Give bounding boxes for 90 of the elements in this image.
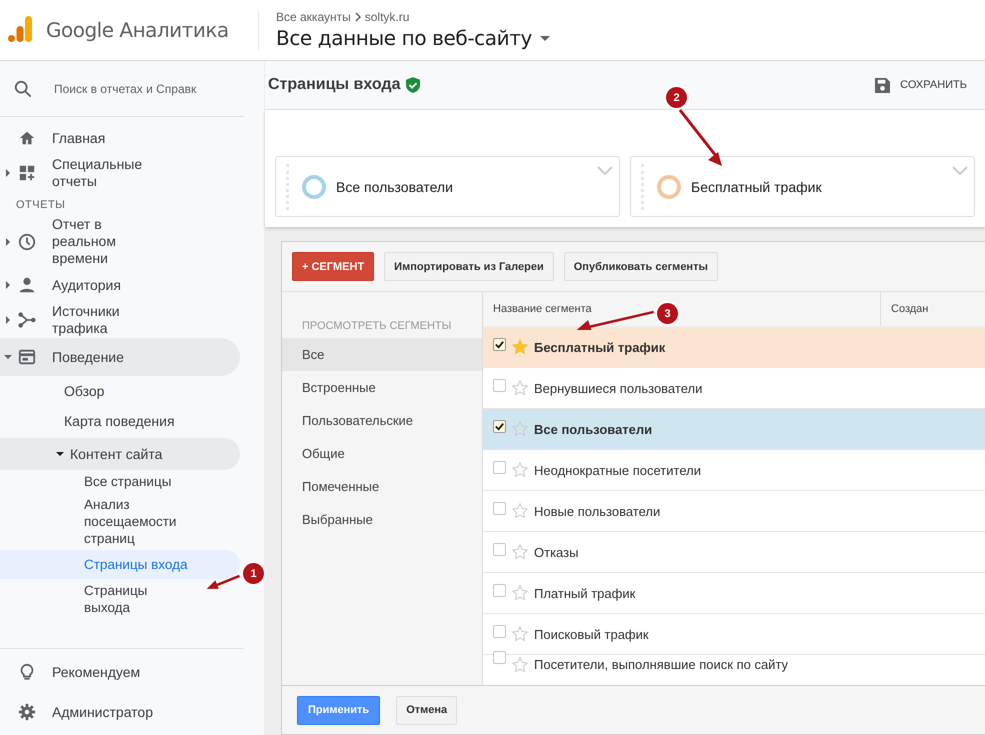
breadcrumb-link[interactable]: Все аккаунты xyxy=(276,10,351,24)
checkbox[interactable] xyxy=(493,584,506,596)
segment-card[interactable]: Все пользователи xyxy=(275,156,620,217)
toolbar-button[interactable]: Опубликовать сегменты xyxy=(564,252,718,281)
nav-item[interactable]: Источники трафика xyxy=(0,302,240,338)
filter-heading: ПРОСМОТРЕТЬ СЕГМЕНТЫ xyxy=(301,320,452,334)
expand-arrow-icon xyxy=(6,281,10,289)
checkbox[interactable] xyxy=(493,542,506,556)
nav-item[interactable]: Поведение xyxy=(0,338,240,376)
segment-name: Отказы xyxy=(534,544,578,560)
star-icon[interactable] xyxy=(512,657,528,673)
nav-subitem[interactable]: Все страницы xyxy=(0,470,240,493)
footer-button[interactable]: Отмена xyxy=(396,696,458,724)
nav-item[interactable]: Главная xyxy=(0,121,240,155)
nav-subitem[interactable]: Карта поведения xyxy=(0,406,240,436)
checkbox[interactable] xyxy=(493,624,506,638)
grid-plus-icon xyxy=(18,164,36,182)
expand-arrow-icon xyxy=(6,316,10,324)
filter-item[interactable]: Выбранные xyxy=(282,503,482,536)
star-icon[interactable] xyxy=(512,626,528,642)
toolbar-button[interactable]: + СЕГМЕНТ xyxy=(292,252,374,281)
filter-item[interactable]: Общие xyxy=(282,437,482,470)
expand-arrow-icon xyxy=(56,452,64,456)
clock-icon xyxy=(18,232,36,250)
toolbar-button[interactable]: Импортировать из Галереи xyxy=(384,252,554,281)
checkbox[interactable] xyxy=(493,378,506,392)
nav-subitem[interactable]: Обзор xyxy=(0,376,240,406)
product-name: Google Аналитика xyxy=(46,18,229,42)
callout-number: 1 xyxy=(243,563,264,584)
segment-row[interactable]: Все пользователи xyxy=(483,409,985,450)
star-icon[interactable] xyxy=(512,462,528,478)
nav-item[interactable]: Аудитория xyxy=(0,268,240,302)
star-icon[interactable] xyxy=(512,380,528,396)
star-icon[interactable] xyxy=(512,503,528,519)
column-header[interactable]: Создан xyxy=(881,292,928,326)
segment-row[interactable]: Бесплатный трафик xyxy=(483,327,985,368)
filter-item[interactable]: Встроенные xyxy=(282,371,482,404)
chevron-icon xyxy=(354,12,361,22)
nav-item[interactable]: Специальные отчеты xyxy=(0,155,240,191)
home-icon xyxy=(18,129,36,147)
search-field[interactable]: Поиск в отчетах и Справк xyxy=(52,80,236,96)
star-icon[interactable] xyxy=(512,585,528,601)
star-icon[interactable] xyxy=(512,421,528,437)
checkbox[interactable] xyxy=(493,420,506,432)
nav-item[interactable]: Рекомендуем xyxy=(0,655,240,689)
filter-item[interactable]: Пользовательские xyxy=(282,404,482,437)
section-heading: ОТЧЕТЫ xyxy=(15,198,66,213)
lightbulb-icon xyxy=(18,663,36,681)
nav-item[interactable]: Отчет в реальном времени xyxy=(0,215,240,268)
breadcrumb-link[interactable]: soltyk.ru xyxy=(364,10,410,24)
segment-name: Платный трафик xyxy=(534,586,636,600)
nav-subitem[interactable]: Контент сайта xyxy=(0,438,240,470)
checkbox[interactable] xyxy=(493,338,506,350)
page-title: Страницы входа xyxy=(268,76,400,94)
person-icon xyxy=(18,276,36,294)
expand-arrow-icon xyxy=(6,238,10,246)
caret-icon xyxy=(540,36,550,40)
nav-subitem[interactable]: Страницы выхода xyxy=(0,579,240,619)
settings-icon xyxy=(18,703,36,721)
view-selector[interactable]: Все данные по веб-сайту xyxy=(276,26,550,50)
segment-name: Все пользователи xyxy=(534,422,652,436)
segment-name: Неоднократные посетители xyxy=(534,462,701,478)
nav-subitem[interactable]: Страницы входа xyxy=(0,550,240,579)
chevron-down-icon[interactable] xyxy=(952,166,968,175)
segment-name: Поисковый трафик xyxy=(534,626,649,642)
expand-arrow-icon xyxy=(6,169,10,177)
segment-name: Бесплатный трафик xyxy=(534,340,666,354)
filter-item[interactable]: Все xyxy=(282,338,482,371)
analytics-logo-icon xyxy=(8,16,32,44)
segment-card[interactable]: Бесплатный трафик xyxy=(630,156,975,217)
expand-arrow-icon xyxy=(4,355,12,359)
segment-name: Новые пользователи xyxy=(534,504,660,518)
filter-item[interactable]: Помеченные xyxy=(282,470,482,503)
star-icon[interactable] xyxy=(512,339,528,355)
star-icon[interactable] xyxy=(512,544,528,560)
nav-item[interactable]: Администратор xyxy=(0,695,240,729)
callout-number: 3 xyxy=(657,303,678,324)
segment-name: Посетители, выполнявшие поиск по сайту xyxy=(534,657,788,672)
nav-subitem[interactable]: Анализ посещаемости страниц xyxy=(0,493,240,550)
checkbox[interactable] xyxy=(493,651,506,664)
search-icon xyxy=(14,80,32,98)
branch-icon xyxy=(18,311,36,329)
callout-number: 2 xyxy=(666,87,687,108)
window-icon xyxy=(18,348,36,366)
checkbox[interactable] xyxy=(493,502,506,514)
verified-shield-icon xyxy=(406,77,420,93)
chevron-down-icon[interactable] xyxy=(597,166,613,175)
checkbox[interactable] xyxy=(493,460,506,474)
save-button[interactable]: СОХРАНИТЬ xyxy=(869,76,973,94)
segment-name: Вернувшиеся пользователи xyxy=(534,380,702,396)
